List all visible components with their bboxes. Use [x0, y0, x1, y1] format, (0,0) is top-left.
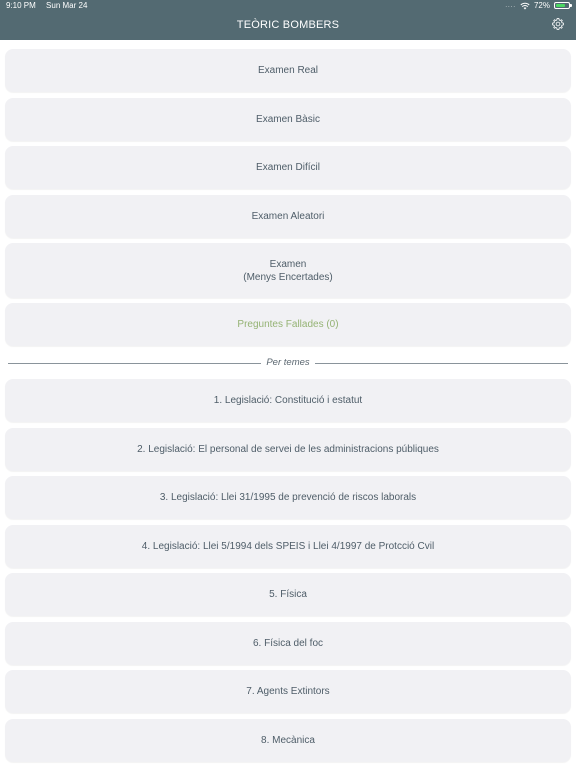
status-time: 9:10 PM: [6, 1, 36, 10]
topic-8-button[interactable]: 8. Mecànica: [5, 719, 571, 762]
exam-aleatori-label: Examen Aleatori: [251, 211, 325, 222]
topic-3-button[interactable]: 3. Legislació: Llei 31/1995 de prevenció…: [5, 476, 571, 519]
exam-dificil-button[interactable]: Examen Difícil: [5, 146, 571, 189]
topic-1-button[interactable]: 1. Legislació: Constitució i estatut: [5, 379, 571, 422]
preguntes-fallades-label: Preguntes Fallades (0): [237, 319, 339, 330]
battery-icon: [554, 2, 572, 9]
status-right: .... 72%: [505, 1, 572, 10]
topic-4-label: 4. Legislació: Llei 5/1994 dels SPEIS i …: [141, 541, 435, 552]
gear-icon: [552, 18, 564, 30]
signal-dots-icon: ....: [505, 2, 516, 9]
topic-3-label: 3. Legislació: Llei 31/1995 de prevenció…: [159, 492, 417, 503]
topic-7-label: 7. Agents Extintors: [246, 686, 330, 697]
topic-8-label: 8. Mecànica: [261, 735, 315, 746]
status-date: Sun Mar 24: [46, 1, 88, 10]
exam-menys-encertades-line1: Examen: [269, 258, 307, 270]
battery-fill: [556, 4, 565, 7]
wifi-icon: [520, 2, 530, 9]
topic-5-button[interactable]: 5. Física: [5, 573, 571, 616]
exam-basic-button[interactable]: Examen Bàsic: [5, 98, 571, 141]
topic-6-label: 6. Física del foc: [252, 638, 324, 649]
exam-dificil-label: Examen Difícil: [256, 162, 320, 173]
topic-4-button[interactable]: 4. Legislació: Llei 5/1994 dels SPEIS i …: [5, 525, 571, 568]
exam-menys-encertades-button[interactable]: Examen (Menys Encertades): [5, 243, 571, 298]
battery-percent: 72%: [533, 1, 550, 10]
topic-6-button[interactable]: 6. Física del foc: [5, 622, 571, 665]
exam-real-button[interactable]: Examen Real: [5, 49, 571, 92]
page-title: TEÒRIC BOMBERS: [236, 19, 340, 31]
navigation-header: 9:10 PM Sun Mar 24 .... 72% TEÒRIC BOMBE…: [0, 0, 576, 40]
topic-2-label: 2. Legislació: El personal de servei de …: [137, 444, 439, 455]
section-separator: Per temes: [8, 357, 568, 369]
preguntes-fallades-button[interactable]: Preguntes Fallades (0): [5, 303, 571, 346]
exam-aleatori-button[interactable]: Examen Aleatori: [5, 195, 571, 238]
exam-real-label: Examen Real: [257, 65, 319, 76]
status-left: 9:10 PM Sun Mar 24: [6, 1, 95, 10]
topic-2-button[interactable]: 2. Legislació: El personal de servei de …: [5, 428, 571, 471]
settings-button[interactable]: [551, 17, 565, 31]
separator-line-right: [315, 363, 568, 364]
status-bar: 9:10 PM Sun Mar 24 .... 72%: [0, 0, 576, 12]
topic-5-label: 5. Física: [269, 589, 307, 600]
exam-menys-encertades-line2: (Menys Encertades): [243, 271, 333, 283]
exam-basic-label: Examen Bàsic: [256, 114, 320, 125]
topic-7-button[interactable]: 7. Agents Extintors: [5, 670, 571, 713]
topic-1-label: 1. Legislació: Constitució i estatut: [213, 395, 363, 406]
